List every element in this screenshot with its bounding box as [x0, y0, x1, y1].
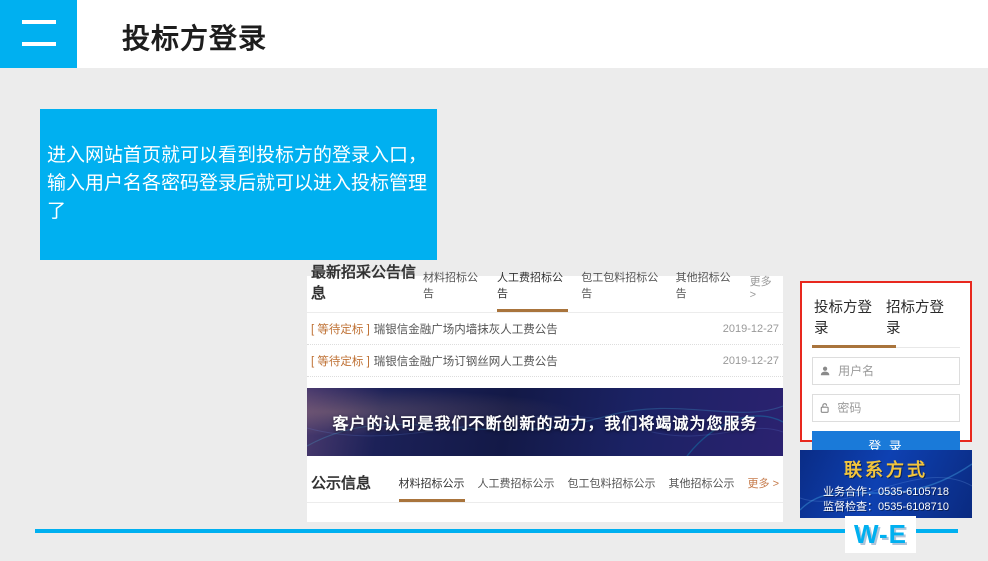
news-item-title: 瑞银信金融广场订钢丝网人工费公告	[374, 353, 558, 369]
header-band: 投标方登录	[0, 0, 988, 68]
status-tag: [ 等待定标 ]	[311, 321, 370, 337]
website-screenshot: 最新招采公告信息 材料招标公告 人工费招标公告 包工包料招标公告 其他招标公告 …	[307, 276, 783, 522]
username-input[interactable]	[836, 363, 952, 379]
login-tabs: 投标方登录 招标方登录	[812, 289, 960, 348]
username-field-box	[812, 357, 960, 385]
tab-labor-public[interactable]: 人工费招标公示	[478, 475, 555, 502]
promo-banner: 客户的认可是我们不断创新的动力，我们将竭诚为您服务	[307, 388, 783, 456]
news-more-link[interactable]: 更多 >	[750, 273, 779, 312]
password-field-box	[812, 394, 960, 422]
slide: 投标方登录 进入网站首页就可以看到投标方的登录入口，输入用户名各密码登录后就可以…	[0, 0, 988, 561]
news-item-date: 2019-12-27	[723, 323, 779, 335]
footer-we-logo: W-E	[845, 516, 916, 553]
status-tag: [ 等待定标 ]	[311, 353, 370, 369]
page-title: 投标方登录	[122, 17, 267, 57]
contact-box: 联系方式 业务合作：0535-6105718 监督检查：0535-6108710	[800, 450, 972, 518]
callout-text-box: 进入网站首页就可以看到投标方的登录入口，输入用户名各密码登录后就可以进入投标管理…	[40, 109, 437, 260]
notice-section-header: 公示信息 材料招标公示 人工费招标公示 包工包料招标公示 其他招标公示 更多 >	[307, 466, 783, 503]
logo-bar-icon	[22, 20, 56, 24]
news-list-item[interactable]: [ 等待定标 ] 瑞银信金融广场内墙抹灰人工费公告 2019-12-27	[307, 313, 783, 345]
user-icon	[820, 365, 830, 377]
active-tab-underline	[812, 345, 896, 348]
tab-other-public[interactable]: 其他招标公示	[669, 475, 735, 502]
tab-other-notice[interactable]: 其他招标公告	[676, 269, 737, 312]
contact-title: 联系方式	[800, 456, 972, 482]
news-item-date: 2019-12-27	[723, 355, 779, 367]
contact-phone-business: 业务合作：0535-6105718	[800, 485, 972, 500]
tab-contract-public[interactable]: 包工包料招标公示	[568, 475, 656, 502]
tab-labor-notice[interactable]: 人工费招标公告	[497, 269, 568, 312]
news-item-title: 瑞银信金融广场内墙抹灰人工费公告	[374, 321, 558, 337]
tab-material-notice[interactable]: 材料招标公告	[423, 269, 484, 312]
banner-slogan: 客户的认可是我们不断创新的动力，我们将竭诚为您服务	[307, 410, 783, 434]
notice-more-link[interactable]: 更多 >	[748, 475, 779, 502]
notice-tabs: 材料招标公示 人工费招标公示 包工包料招标公示 其他招标公示	[399, 475, 735, 502]
news-section-header: 最新招采公告信息 材料招标公告 人工费招标公告 包工包料招标公告 其他招标公告 …	[307, 276, 783, 313]
logo-bar-icon	[22, 42, 56, 46]
news-tabs: 材料招标公告 人工费招标公告 包工包料招标公告 其他招标公告	[423, 269, 737, 312]
login-panel: 投标方登录 招标方登录 登 录 忘记密码? 没有账号?立即注册	[800, 281, 972, 442]
tab-material-public[interactable]: 材料招标公示	[399, 475, 465, 502]
tab-bidder-login[interactable]: 投标方登录	[814, 296, 886, 338]
tab-contract-notice[interactable]: 包工包料招标公告	[581, 269, 662, 312]
notice-section-title: 公示信息	[311, 472, 371, 502]
news-section-title: 最新招采公告信息	[311, 261, 423, 312]
tab-tenderer-login[interactable]: 招标方登录	[886, 296, 958, 338]
contact-phone-supervision: 监督检查：0535-6108710	[800, 500, 972, 515]
lock-icon	[820, 402, 829, 414]
footer-divider-line	[35, 529, 958, 533]
news-list-item[interactable]: [ 等待定标 ] 瑞银信金融广场订钢丝网人工费公告 2019-12-27	[307, 345, 783, 377]
password-input[interactable]	[835, 400, 952, 416]
slide-number-logo	[0, 0, 77, 68]
